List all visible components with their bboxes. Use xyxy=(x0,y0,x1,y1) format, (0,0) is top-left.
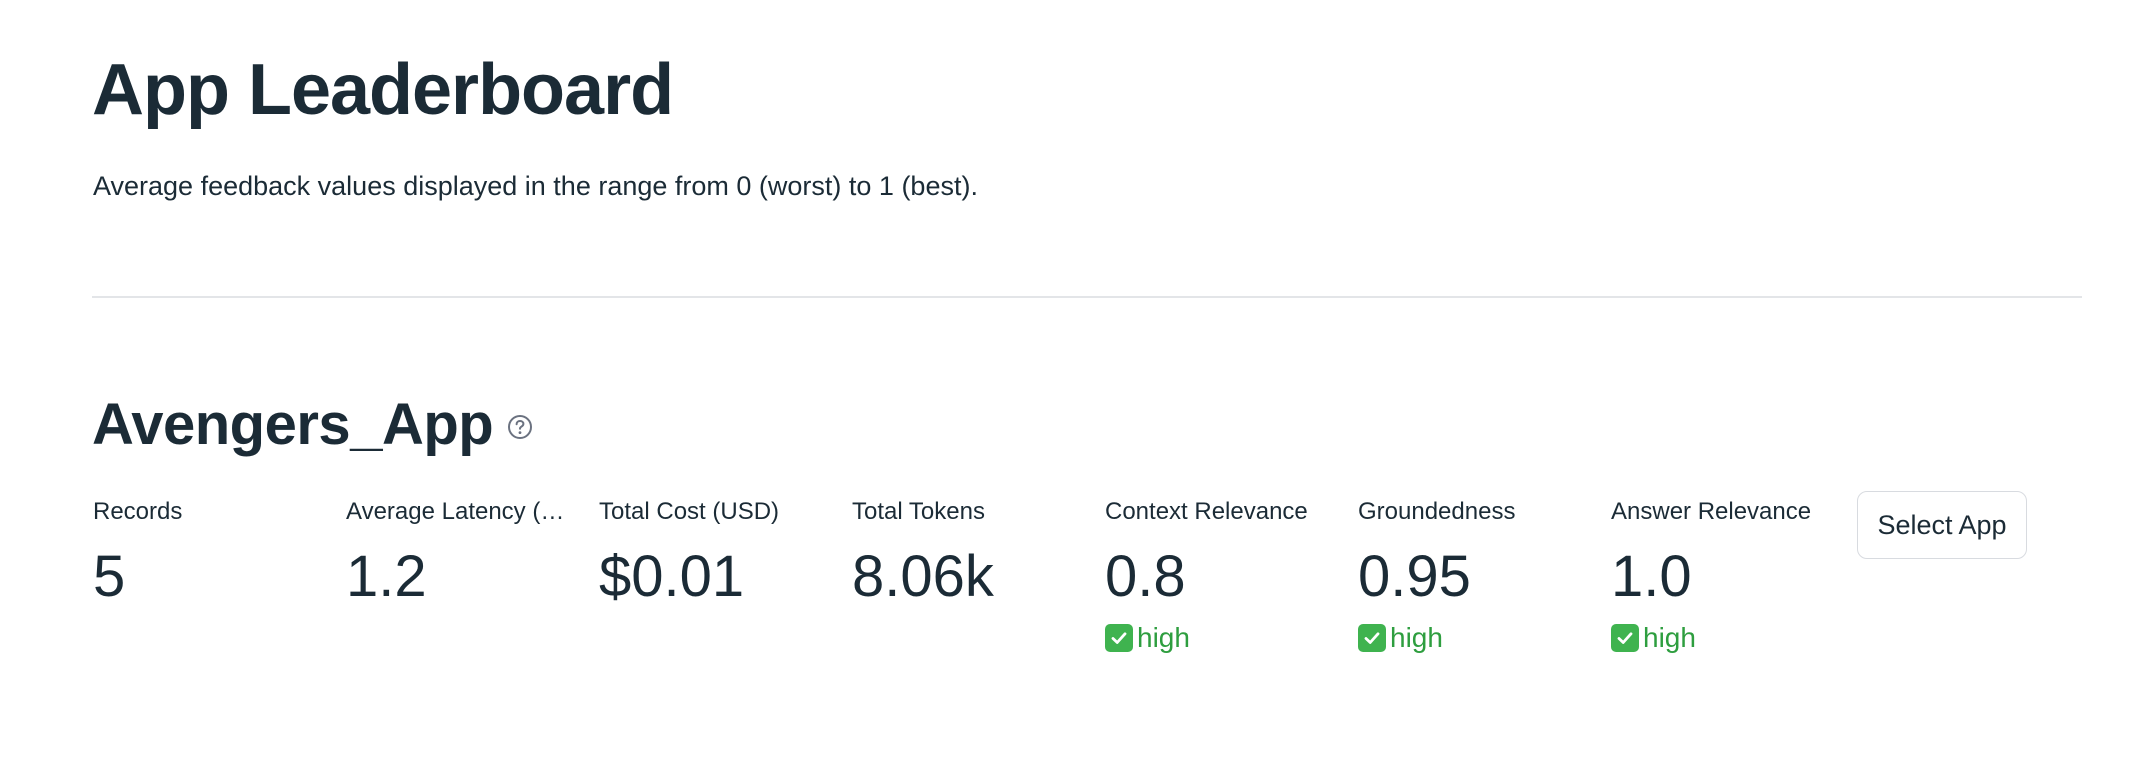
app-name: Avengers_App xyxy=(92,392,494,457)
metric-value: 1.0 xyxy=(1611,544,1692,609)
metric-delta: high xyxy=(1358,620,1588,656)
metric-delta-text: high xyxy=(1390,622,1443,653)
section-divider xyxy=(92,296,2082,298)
check-mark-icon xyxy=(1611,624,1639,652)
metric-delta-text: high xyxy=(1643,622,1696,653)
metric-delta: high xyxy=(1611,620,1841,656)
page-title: App Leaderboard xyxy=(92,50,674,130)
metric-value: $0.01 xyxy=(599,544,745,609)
metric-label: Average Latency (Seconds) xyxy=(346,498,576,525)
metric-total-tokens: Total Tokens 8.06k xyxy=(852,496,1082,612)
metric-label: Answer Relevance xyxy=(1611,498,1812,525)
metric-value: 0.8 xyxy=(1105,544,1186,609)
metric-average-latency: Average Latency (Seconds) 1.2 xyxy=(346,496,576,612)
metric-answer-relevance: Answer Relevance 1.0 high xyxy=(1611,496,1841,656)
metric-label: Records xyxy=(93,498,183,525)
metric-label: Total Cost (USD) xyxy=(599,498,780,525)
check-mark-icon xyxy=(1105,624,1133,652)
check-mark-icon xyxy=(1358,624,1386,652)
metric-groundedness: Groundedness 0.95 high xyxy=(1358,496,1588,656)
metric-value: 5 xyxy=(93,544,126,609)
metric-label: Context Relevance xyxy=(1105,498,1308,525)
metric-value: 1.2 xyxy=(346,544,427,609)
metric-delta-text: high xyxy=(1137,622,1190,653)
metric-delta: high xyxy=(1105,620,1335,656)
metric-label: Groundedness xyxy=(1358,498,1516,525)
metric-total-cost: Total Cost (USD) $0.01 xyxy=(599,496,829,612)
metric-context-relevance: Context Relevance 0.8 high xyxy=(1105,496,1335,656)
metric-value: 0.95 xyxy=(1358,544,1471,609)
question-circle-icon[interactable] xyxy=(507,414,533,440)
metric-records: Records 5 xyxy=(93,496,323,612)
app-header: Avengers_App xyxy=(92,388,533,462)
metric-label: Total Tokens xyxy=(852,498,985,525)
select-app-button[interactable]: Select App xyxy=(1857,491,2027,559)
page-subtitle: Average feedback values displayed in the… xyxy=(93,171,978,201)
leaderboard-page: App Leaderboard Average feedback values … xyxy=(0,0,2138,758)
metric-value: 8.06k xyxy=(852,544,994,609)
